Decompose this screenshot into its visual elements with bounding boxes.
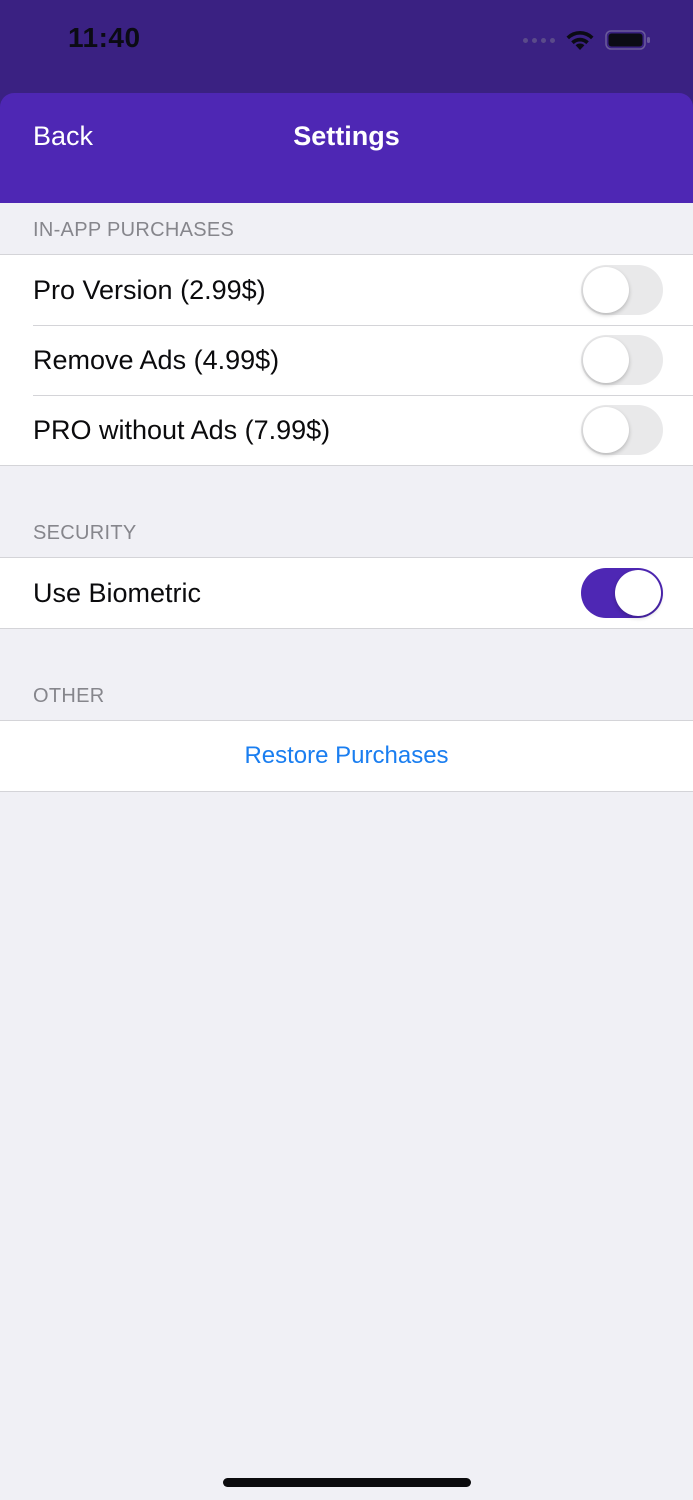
- section-header-other: OTHER: [33, 685, 105, 707]
- status-icons: [523, 26, 651, 54]
- toggle-knob: [583, 267, 629, 313]
- settings-row-use-biometric: Use Biometric: [0, 558, 693, 628]
- restore-purchases-button[interactable]: Restore Purchases: [244, 742, 448, 770]
- use-biometric-toggle[interactable]: [581, 568, 663, 618]
- page-title: Settings: [293, 121, 400, 151]
- row-label: Remove Ads (4.99$): [33, 345, 280, 375]
- security-group: Use Biometric: [0, 557, 693, 629]
- status-time: 11:40: [68, 22, 141, 53]
- restore-purchases-row[interactable]: Restore Purchases: [0, 721, 693, 791]
- row-label: Use Biometric: [33, 578, 202, 608]
- signal-icon: [523, 37, 555, 43]
- other-group: Restore Purchases: [0, 720, 693, 792]
- row-label: Pro Version (2.99$): [33, 275, 266, 305]
- navigation-bar: Back Settings: [0, 93, 693, 203]
- remove-ads-toggle[interactable]: [581, 335, 663, 385]
- toggle-knob: [583, 337, 629, 383]
- settings-row-remove-ads: Remove Ads (4.99$): [0, 325, 693, 395]
- wifi-icon: [566, 30, 594, 50]
- section-header-security: SECURITY: [33, 522, 137, 544]
- toggle-knob: [615, 570, 661, 616]
- section-header-in-app-purchases: IN-APP PURCHASES: [33, 219, 235, 241]
- settings-row-pro-version: Pro Version (2.99$): [0, 255, 693, 325]
- row-label: PRO without Ads (7.99$): [33, 415, 331, 445]
- in-app-purchases-group: Pro Version (2.99$) Remove Ads (4.99$) P…: [0, 254, 693, 466]
- pro-without-ads-toggle[interactable]: [581, 405, 663, 455]
- settings-row-pro-without-ads: PRO without Ads (7.99$): [0, 395, 693, 465]
- home-indicator: [223, 1478, 471, 1487]
- toggle-knob: [583, 407, 629, 453]
- battery-icon: [605, 30, 650, 50]
- settings-list: IN-APP PURCHASES Pro Version (2.99$) Rem…: [0, 203, 693, 792]
- pro-version-toggle[interactable]: [581, 265, 663, 315]
